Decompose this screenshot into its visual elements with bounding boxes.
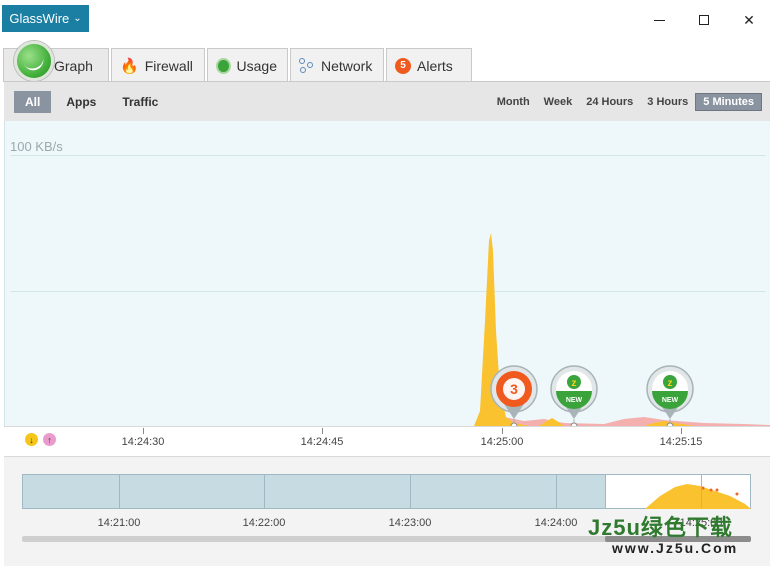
alert-badge-icon: 5 bbox=[395, 57, 411, 74]
maximize-button[interactable] bbox=[693, 10, 715, 30]
overview-tick-label: 14:21:00 bbox=[97, 517, 141, 529]
tab-label: Network bbox=[321, 57, 373, 74]
filter-apps-button[interactable]: Apps bbox=[55, 91, 107, 113]
tab-firewall[interactable]: 🔥 Firewall bbox=[111, 48, 205, 82]
app-title: GlassWire bbox=[9, 11, 70, 26]
x-tick bbox=[681, 428, 682, 434]
app-menu-button[interactable]: GlassWire ⌄ bbox=[2, 5, 89, 32]
x-tick-label: 14:25:15 bbox=[659, 436, 703, 448]
minimize-icon bbox=[653, 19, 665, 21]
watermark-title: Jz5u绿色下载 bbox=[588, 515, 733, 540]
filter-bar: All Apps Traffic Month Week 24 Hours 3 H… bbox=[4, 81, 770, 121]
overview-divider bbox=[264, 475, 265, 508]
filter-traffic-button[interactable]: Traffic bbox=[111, 91, 169, 113]
watermark-url: www.Jz5u.Com bbox=[612, 540, 739, 556]
x-tick-label: 14:24:30 bbox=[121, 436, 165, 448]
overview-tick-label: 14:24:00 bbox=[534, 517, 578, 529]
minimize-button[interactable] bbox=[648, 10, 670, 30]
maximize-icon bbox=[699, 15, 709, 25]
range-24h-button[interactable]: 24 Hours bbox=[579, 93, 640, 111]
watermark: Jz5u绿色下载 www.Jz5u.Com bbox=[588, 510, 768, 562]
overview-mini-chart bbox=[645, 484, 751, 509]
glasswire-window: GlassWire ⌄ ✕ Graph 🔥 Firewall Usage Net… bbox=[0, 0, 770, 566]
overview-download-area bbox=[645, 484, 751, 509]
flame-icon: 🔥 bbox=[120, 57, 139, 75]
new-app-marker[interactable]: z NEW bbox=[550, 365, 598, 426]
new-badge-label: NEW bbox=[662, 397, 679, 404]
filter-all-button[interactable]: All bbox=[14, 91, 52, 113]
range-3h-button[interactable]: 3 Hours bbox=[640, 93, 695, 111]
tab-graph[interactable]: Graph bbox=[3, 41, 109, 82]
new-badge-label: NEW bbox=[566, 397, 583, 404]
alert-count-label: 3 bbox=[510, 381, 518, 397]
chevron-down-icon: ⌄ bbox=[73, 13, 82, 24]
overview-tick-label: 14:23:00 bbox=[388, 517, 432, 529]
main-tabs: Graph 🔥 Firewall Usage Network 5 Alerts bbox=[3, 41, 472, 82]
x-tick bbox=[322, 428, 323, 434]
overview-divider bbox=[119, 475, 120, 508]
new-app-marker[interactable]: z NEW bbox=[646, 365, 694, 426]
overview-divider bbox=[410, 475, 411, 508]
x-tick bbox=[502, 428, 503, 434]
tab-usage[interactable]: Usage bbox=[207, 48, 288, 82]
overview-event-dot bbox=[735, 492, 739, 496]
range-month-button[interactable]: Month bbox=[490, 93, 537, 111]
overview-tick-label: 14:22:00 bbox=[242, 517, 286, 529]
overview-event-dot bbox=[709, 488, 713, 492]
close-button[interactable]: ✕ bbox=[738, 10, 760, 30]
x-tick-label: 14:24:45 bbox=[300, 436, 344, 448]
app-icon-glyph: z bbox=[572, 378, 577, 389]
tab-label: Graph bbox=[54, 57, 93, 74]
upload-arrow-icon[interactable]: ↑ bbox=[43, 433, 56, 446]
time-axis bbox=[4, 426, 770, 456]
range-week-button[interactable]: Week bbox=[537, 93, 580, 111]
x-tick bbox=[143, 428, 144, 434]
overview-divider bbox=[556, 475, 557, 508]
overview-divider bbox=[701, 475, 702, 508]
tab-label: Firewall bbox=[144, 57, 193, 74]
download-arrow-icon[interactable]: ↓ bbox=[25, 433, 38, 446]
x-tick-label: 14:25:00 bbox=[480, 436, 524, 448]
tab-label: Alerts bbox=[417, 57, 453, 74]
overview-event-dot bbox=[715, 488, 719, 492]
network-icon bbox=[299, 57, 315, 74]
tab-network[interactable]: Network bbox=[290, 48, 384, 82]
glasswire-logo-icon bbox=[14, 41, 54, 81]
range-5min-button[interactable]: 5 Minutes bbox=[695, 93, 762, 111]
tab-alerts[interactable]: 5 Alerts bbox=[386, 48, 472, 82]
traffic-chart: 3 z NEW z NEW bbox=[474, 233, 770, 426]
usage-icon bbox=[216, 57, 231, 74]
app-icon-glyph: z bbox=[668, 378, 673, 389]
close-icon: ✕ bbox=[743, 11, 755, 28]
tab-label: Usage bbox=[236, 57, 277, 74]
